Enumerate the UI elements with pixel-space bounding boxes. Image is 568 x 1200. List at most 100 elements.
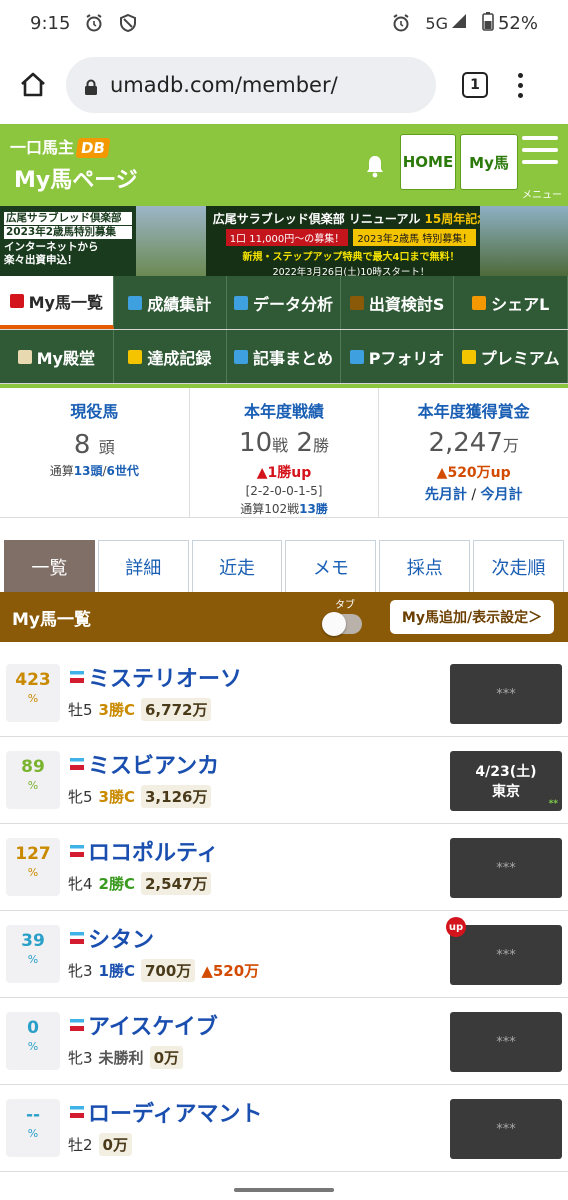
horse-name-link[interactable]: アイスケイブ — [88, 1009, 218, 1041]
nav-item-label: 達成記録 — [147, 348, 212, 368]
horse-name-link[interactable]: ロコポルティ — [88, 835, 219, 867]
home-icon[interactable] — [16, 68, 50, 102]
horse-row[interactable]: 127% ロコポルティ 牝4 2勝C 2,547万 *** — [0, 824, 568, 911]
horse-prize: 0万 — [98, 1133, 132, 1156]
banner-text: 広尾サラブレッド倶楽部 — [4, 212, 132, 225]
race-rating-stars: ** — [548, 799, 558, 809]
signal-icon — [450, 12, 468, 35]
next-race-date: *** — [496, 947, 516, 963]
banner-price: 1口 11,000円〜の募集！ — [225, 229, 349, 246]
next-race-box[interactable]: *** — [450, 838, 562, 898]
nav-item-label: Pフォリオ — [368, 348, 445, 368]
nav-row-1: My馬一覧 成績集計 データ分析 出資検討S シェアL — [0, 276, 568, 330]
horse-meta: 牝3 1勝C 700万 ▲520万 — [68, 959, 259, 982]
horse-meta: 牝4 2勝C 2,547万 — [68, 872, 212, 895]
recovery-rate-value: 423 — [15, 670, 51, 690]
tab-1[interactable]: 詳細 — [97, 540, 189, 592]
nav-item-row1-3[interactable]: 出資検討S — [341, 276, 455, 329]
next-race-box[interactable]: *** — [450, 925, 562, 985]
horse-name-link[interactable]: ミスビアンカ — [88, 748, 219, 780]
up-badge: up — [446, 917, 466, 937]
horse-row[interactable]: 39% シタン 牝3 1勝C 700万 ▲520万 *** up — [0, 911, 568, 998]
nav-item-row2-4[interactable]: プレミアム — [454, 330, 568, 383]
nav-item-row2-1[interactable]: 達成記録 — [114, 330, 228, 383]
alarm-icon — [391, 13, 411, 33]
total-horses-link[interactable]: 13頭 — [74, 464, 103, 478]
nav-item-row1-4[interactable]: シェアL — [454, 276, 568, 329]
recovery-rate-value: -- — [25, 1105, 41, 1125]
banner-center: 広尾サラブレッド倶楽部 リニューアル 15周年記念 1口 11,000円〜の募集… — [206, 206, 496, 276]
race-count: 10 — [239, 428, 273, 458]
nav-item-row1-1[interactable]: 成績集計 — [114, 276, 228, 329]
next-race-box[interactable]: *** — [450, 1012, 562, 1072]
banner-text: 2023年2歳馬特別募集 — [4, 226, 132, 239]
overflow-menu-icon[interactable] — [518, 72, 524, 98]
horse-name-link[interactable]: ミステリオーソ — [88, 661, 242, 693]
banner-offer: 2023年2歳馬 特別募集！ — [353, 229, 477, 246]
silks-icon — [70, 758, 84, 770]
prev-month-link[interactable]: 先月計 — [425, 487, 467, 503]
nav-icon — [472, 295, 487, 310]
site-logo[interactable]: 一口馬主 DB — [10, 134, 111, 158]
nav-item-row2-2[interactable]: 記事まとめ — [227, 330, 341, 383]
bell-icon[interactable] — [364, 154, 386, 178]
nav-item-row1-0[interactable]: My馬一覧 — [0, 276, 114, 329]
tab-switcher-button[interactable]: 1 — [462, 72, 488, 98]
horse-row[interactable]: 0% アイスケイブ牝3 未勝利 0万 *** — [0, 998, 568, 1085]
horse-row[interactable]: 423% ミステリオーソ 牡5 3勝C 6,772万 *** — [0, 650, 568, 737]
next-race-box[interactable]: *** — [450, 1099, 562, 1159]
tab-3[interactable]: メモ — [285, 540, 377, 592]
tab-4[interactable]: 採点 — [379, 540, 471, 592]
ad-banner[interactable]: 広尾サラブレッド倶楽部 2023年2歳馬特別募集 インターネットから 楽々出資申… — [0, 206, 568, 276]
add-horse-settings-button[interactable]: My馬追加/表示設定＞ — [390, 600, 554, 634]
nav-item-row2-3[interactable]: Pフォリオ — [341, 330, 455, 383]
total-wins-link[interactable]: 13勝 — [299, 502, 328, 516]
tab-toggle-switch[interactable] — [322, 612, 362, 636]
prize-gain-value: 520万 — [212, 962, 260, 980]
silks-icon — [70, 671, 84, 683]
tab-0[interactable]: 一覧 — [4, 540, 95, 592]
tab-2[interactable]: 近走 — [191, 540, 283, 592]
horse-name-link[interactable]: シタン — [88, 922, 154, 954]
race-unit: 戦 — [272, 436, 289, 455]
next-race-box[interactable]: 4/23(土) 東京 ** — [450, 751, 562, 811]
page-title: My馬ページ — [14, 168, 138, 193]
horse-row[interactable]: --% ローディアマント 牡2 0万 *** — [0, 1085, 568, 1172]
nav-item-row2-0[interactable]: My殿堂 — [0, 330, 114, 383]
banner-date: 2022年3月26日(土)10時スタート！ — [272, 267, 430, 276]
horse-name-link[interactable]: ローディアマント — [88, 1096, 262, 1128]
nav-item-label: My馬一覧 — [28, 292, 103, 312]
win-count: 2 — [296, 428, 313, 458]
horse-meta: 牝5 3勝C 3,126万 — [68, 785, 212, 808]
horse-class: 3勝C — [98, 788, 135, 806]
hamburger-menu-icon[interactable] — [522, 136, 558, 172]
clock: 9:15 — [30, 12, 71, 34]
next-race-date: *** — [496, 686, 516, 702]
status-bar: 9:15 5G 52% — [0, 0, 568, 46]
this-month-link[interactable]: 今月計 — [480, 487, 522, 503]
recovery-rate-box: 0% — [6, 1012, 60, 1070]
nav-item-label: My殿堂 — [36, 348, 95, 368]
banner-left: 広尾サラブレッド倶楽部 2023年2歳馬特別募集 インターネットから 楽々出資申… — [0, 206, 136, 276]
nav-icon — [349, 295, 364, 310]
nav-item-label: データ分析 — [252, 294, 333, 314]
nav-icon — [349, 349, 364, 364]
address-bar[interactable]: umadb.com/member/ — [66, 57, 436, 113]
nav-item-label: 出資検討S — [368, 294, 445, 314]
stat-sub-label: 通算 — [49, 464, 74, 478]
next-race-box[interactable]: *** — [450, 664, 562, 724]
alarm-icon — [84, 13, 104, 33]
home-nav-button[interactable]: HOME — [400, 134, 456, 190]
percent-unit: % — [27, 779, 39, 792]
menu-label: メニュー — [522, 190, 562, 201]
horse-class: 3勝C — [98, 701, 135, 719]
recovery-rate-value: 39 — [21, 931, 45, 951]
banner-title: 広尾サラブレッド倶楽部 リニューアル — [212, 212, 421, 226]
myhorse-nav-button[interactable]: My馬 — [460, 134, 518, 190]
horse-row[interactable]: 89% ミスビアンカ 牝5 3勝C 3,126万 4/23(土) 東京 ** — [0, 737, 568, 824]
tab-5[interactable]: 次走順 — [473, 540, 564, 592]
active-horses-stat: 現役馬 8 頭 通算13頭/6世代 — [0, 388, 190, 517]
nav-item-row1-2[interactable]: データ分析 — [227, 276, 341, 329]
generations-link[interactable]: 6世代 — [107, 464, 139, 478]
horse-meta: 牝3 未勝利 0万 — [68, 1046, 183, 1069]
